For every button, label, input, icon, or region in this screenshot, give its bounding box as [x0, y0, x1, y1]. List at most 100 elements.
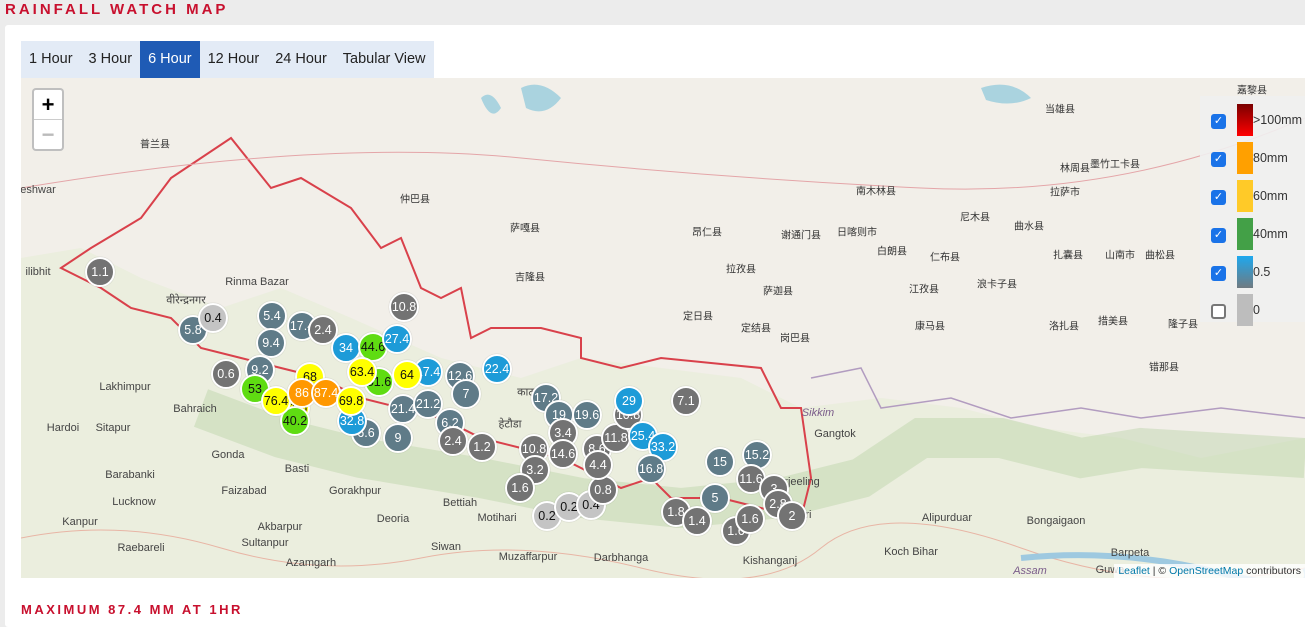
rainfall-marker-slate[interactable]: 7	[451, 379, 481, 409]
period-tabs: 1 Hour 3 Hour 6 Hour 12 Hour 24 Hour Tab…	[21, 41, 434, 78]
tab-3-hour[interactable]: 3 Hour	[81, 41, 141, 78]
rainfall-marker-blue[interactable]: 27.4	[382, 324, 412, 354]
map-place-label: 定结县	[741, 323, 771, 335]
map-place-label: 墨竹工卡县	[1090, 159, 1140, 171]
rainfall-map[interactable]: 普兰县 eshwar 仲巴县 萨嘎县 吉隆县 昂仁县 谢通门县 日喀则市 南木林县 拉孜县 萨迦县 白…	[21, 78, 1305, 578]
rainfall-marker-gray[interactable]: 0.8	[588, 475, 618, 505]
map-place-label: 措美县	[1098, 316, 1128, 328]
rainfall-marker-slate[interactable]: 9.4	[256, 328, 286, 358]
map-place-label: 曲水县	[1014, 221, 1044, 233]
legend-swatch	[1237, 218, 1253, 250]
map-place-label: 吉隆县	[515, 272, 545, 284]
tab-12-hour[interactable]: 12 Hour	[200, 41, 268, 78]
legend-row: 0	[1200, 294, 1305, 332]
rainfall-marker-gray[interactable]: 4.4	[583, 450, 613, 480]
rainfall-marker-gray[interactable]: 2.4	[438, 426, 468, 456]
map-place-label: 扎囊县	[1053, 250, 1083, 262]
map-place-label: Kanpur	[62, 516, 98, 528]
map-place-label: 拉萨市	[1050, 187, 1080, 199]
rainfall-marker-gray[interactable]: 0.6	[211, 359, 241, 389]
map-place-label: 错那县	[1149, 362, 1179, 374]
map-place-label: 隆子县	[1168, 319, 1198, 331]
osm-link[interactable]: OpenStreetMap	[1169, 565, 1243, 577]
legend-checkbox[interactable]: ✓	[1211, 114, 1226, 129]
map-place-label: Bahraich	[173, 403, 217, 415]
rainfall-marker-gray[interactable]: 7.1	[671, 386, 701, 416]
tab-6-hour[interactable]: 6 Hour	[140, 41, 200, 78]
map-place-label: वीरेन्द्रनगर	[166, 294, 206, 307]
map-place-label: 曲松县	[1145, 250, 1175, 262]
rainfall-marker-yellow[interactable]: 69.8	[336, 386, 366, 416]
zoom-in-button[interactable]: +	[34, 90, 62, 120]
map-place-label: Siwan	[431, 541, 461, 553]
rainfall-marker-blue[interactable]: 22.4	[482, 354, 512, 384]
attribution: Leaflet | © OpenStreetMap contributors	[1114, 564, 1305, 578]
legend-label: 0	[1253, 303, 1260, 317]
map-place-label: 拉孜县	[726, 264, 756, 276]
legend-swatch	[1237, 180, 1253, 212]
map-place-label: Bongaigaon	[1026, 515, 1086, 527]
rainfall-marker-slate[interactable]: 16.8	[636, 454, 666, 484]
map-place-label: 萨迦县	[763, 286, 793, 298]
map-place-label: 白朗县	[877, 246, 907, 258]
map-place-label: Darbhanga	[593, 552, 649, 564]
zoom-control: + −	[32, 88, 64, 151]
tab-24-hour[interactable]: 24 Hour	[267, 41, 335, 78]
map-place-label: Barabanki	[105, 469, 155, 481]
tab-tabular-view[interactable]: Tabular View	[335, 41, 434, 78]
map-place-label: 康马县	[915, 321, 945, 333]
rainfall-marker-gray[interactable]: 1.4	[682, 506, 712, 536]
rainfall-marker-gray[interactable]: 1.6	[735, 504, 765, 534]
map-place-label: Alipurduar	[921, 512, 973, 524]
map-place-label: Hardoi	[46, 422, 80, 434]
map-place-label: eshwar	[21, 184, 56, 196]
rainfall-marker-slate[interactable]: 9	[383, 423, 413, 453]
map-place-label: 山南市	[1105, 250, 1135, 262]
rainfall-marker-yellow[interactable]: 63.4	[347, 357, 377, 387]
zoom-out-button[interactable]: −	[34, 120, 62, 150]
map-place-label: 当雄县	[1045, 104, 1075, 116]
rainfall-marker-blue[interactable]: 29	[614, 386, 644, 416]
legend-row: ✓ 0.5	[1200, 256, 1305, 294]
rainfall-marker-gray[interactable]: 1.6	[505, 473, 535, 503]
legend-label: 0.5	[1253, 265, 1271, 279]
legend-checkbox[interactable]: ✓	[1211, 152, 1226, 167]
map-place-label: Gorakhpur	[329, 485, 381, 497]
rainfall-marker-yellow[interactable]: 64	[392, 360, 422, 390]
rainfall-marker-slate[interactable]: 5.4	[257, 301, 287, 331]
legend-checkbox[interactable]	[1211, 304, 1226, 319]
legend-row: ✓ 40mm	[1200, 218, 1305, 256]
map-place-label: 浪卡子县	[977, 279, 1017, 291]
tab-1-hour[interactable]: 1 Hour	[21, 41, 81, 78]
map-place-label: Azamgarh	[285, 557, 337, 569]
map-place-label: 谢通门县	[781, 230, 821, 242]
map-place-label: 萨嘎县	[510, 223, 540, 235]
legend-label: 60mm	[1253, 189, 1288, 203]
rainfall-marker-gray[interactable]: 1.1	[85, 257, 115, 287]
legend-swatch	[1237, 104, 1253, 136]
map-place-label: 昂仁县	[692, 227, 722, 239]
map-place-label: Motihari	[477, 512, 517, 524]
map-place-label: Akbarpur	[257, 521, 303, 533]
legend-swatch	[1237, 256, 1253, 288]
map-place-label: Sikkim	[801, 407, 835, 419]
rainfall-marker-gray[interactable]: 10.8	[389, 292, 419, 322]
map-place-label: Rinma Bazar	[225, 276, 289, 288]
legend-checkbox[interactable]: ✓	[1211, 266, 1226, 281]
legend-checkbox[interactable]: ✓	[1211, 228, 1226, 243]
map-place-label: 嘉黎县	[1237, 85, 1267, 97]
map-place-label: Gangtok	[814, 428, 856, 440]
map-place-label: 江孜县	[909, 284, 939, 296]
map-place-label: 仁布县	[930, 252, 960, 264]
rainfall-marker-slate[interactable]: 15	[705, 447, 735, 477]
rainfall-marker-gray[interactable]: 14.6	[548, 439, 578, 469]
legend-checkbox[interactable]: ✓	[1211, 190, 1226, 205]
map-place-label: 日喀则市	[837, 227, 877, 239]
rainfall-marker-gray[interactable]: 2	[777, 501, 807, 531]
map-place-label: Sitapur	[95, 422, 131, 434]
map-place-label: 林周县	[1060, 163, 1090, 175]
rainfall-marker-light[interactable]: 0.4	[198, 303, 228, 333]
rainfall-marker-gray[interactable]: 1.2	[467, 432, 497, 462]
leaflet-link[interactable]: Leaflet	[1118, 565, 1150, 577]
map-place-label: Gonda	[211, 449, 245, 461]
